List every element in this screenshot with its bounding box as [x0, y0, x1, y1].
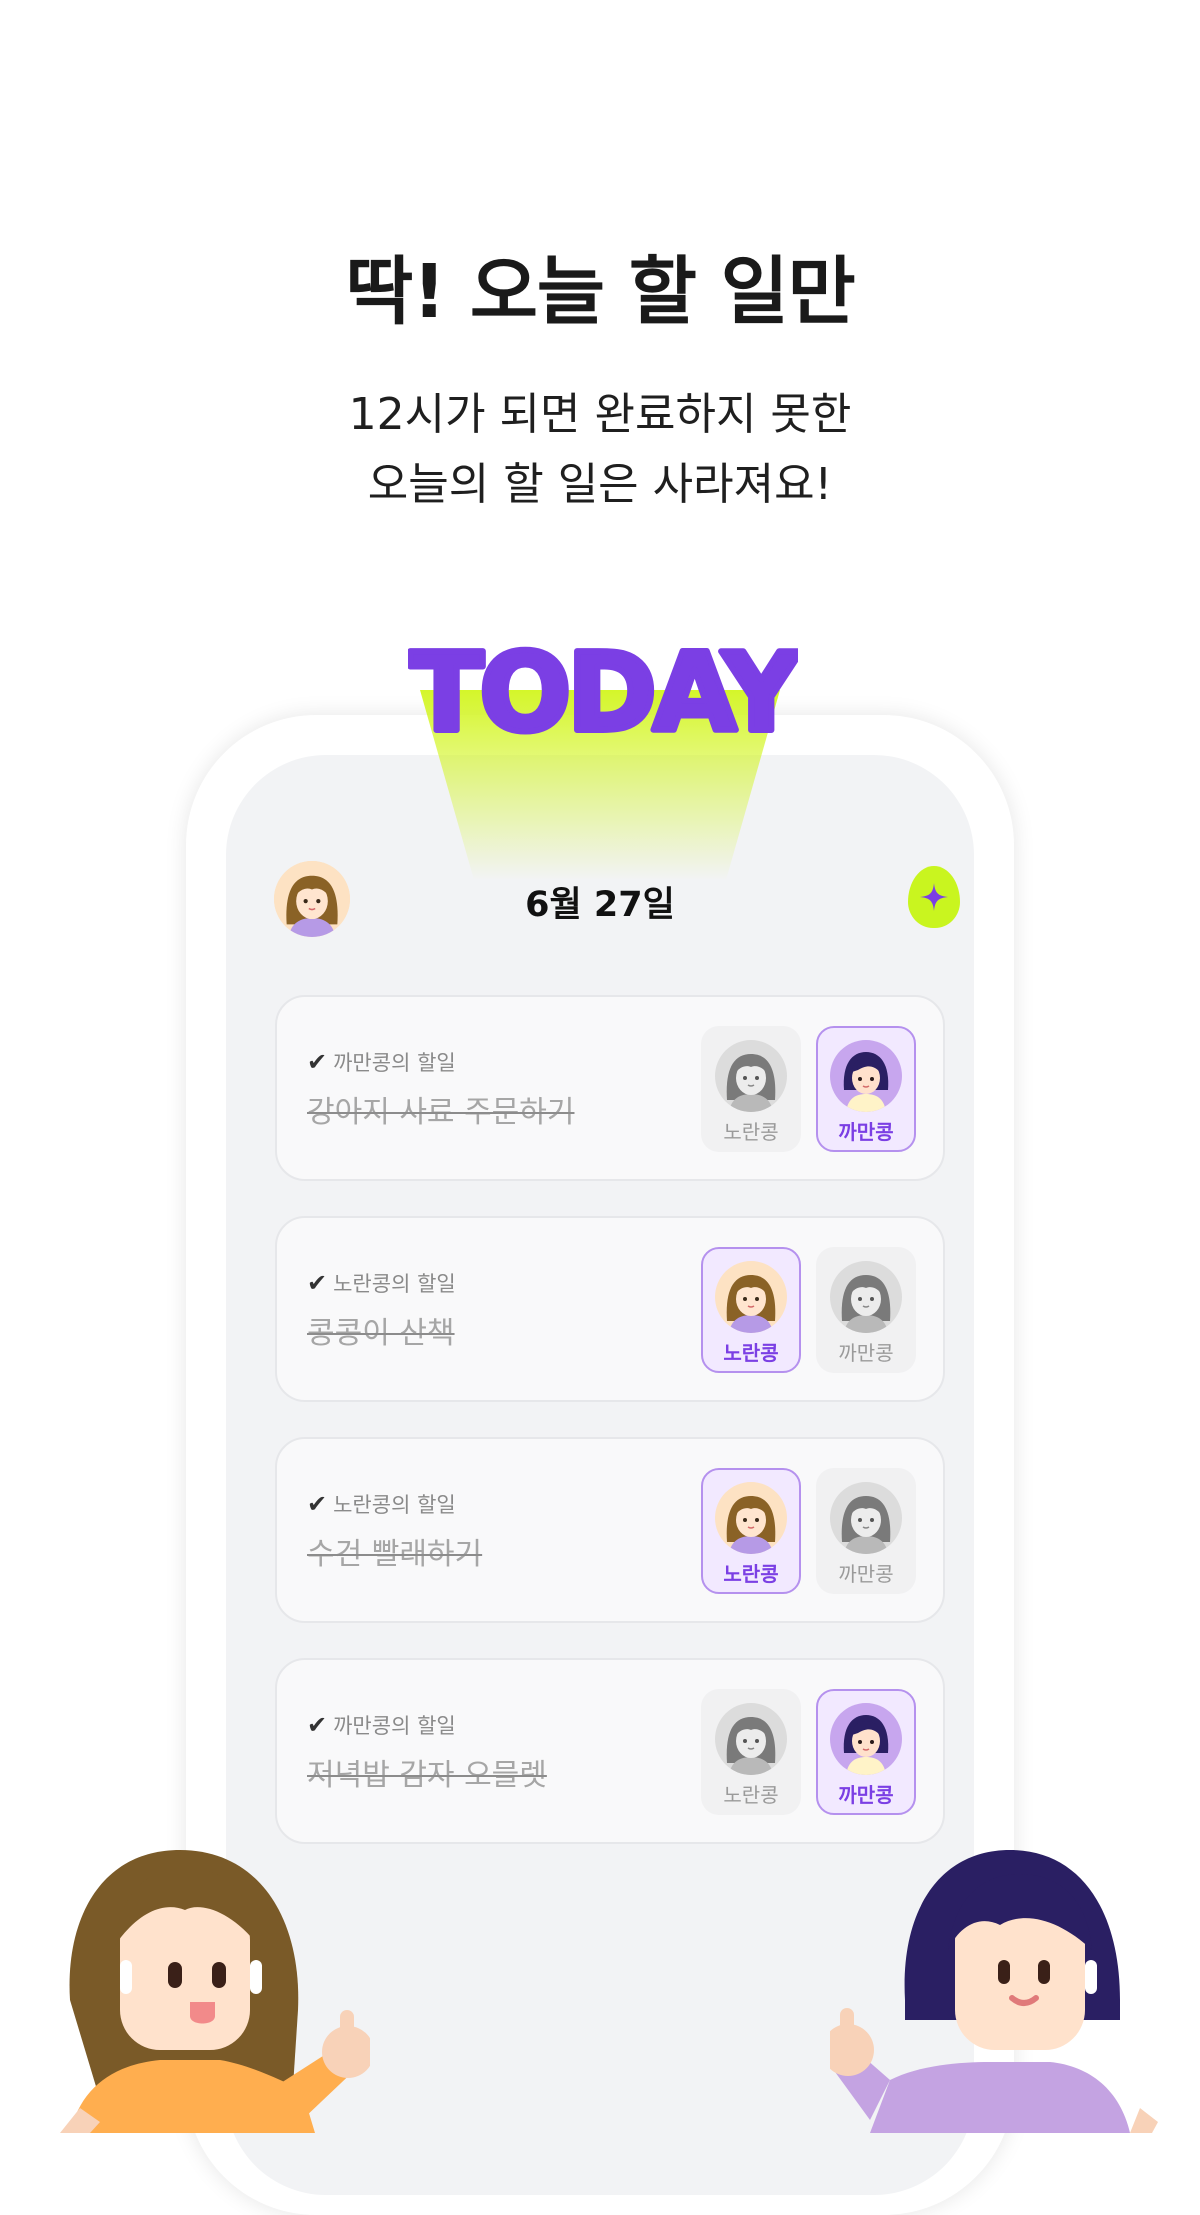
assignee-black[interactable]: 까만콩 [816, 1026, 916, 1152]
avatar [715, 1040, 787, 1112]
task-card[interactable]: ✔ 노란콩의 할일 콩콩이 산책 노란콩 까만콩 [275, 1216, 945, 1402]
task-card[interactable]: ✔ 노란콩의 할일 수건 빨래하기 노란콩 까만콩 [275, 1437, 945, 1623]
task-owner: ✔ 까만콩의 할일 [307, 1048, 456, 1076]
date-label: 6월 27일 [525, 885, 675, 925]
subline-1: 12시가 되면 완료하지 못한 [348, 389, 852, 440]
subline-2: 오늘의 할 일은 사라져요! [367, 459, 833, 510]
avatar [715, 1703, 787, 1775]
avatar [830, 1703, 902, 1775]
check-icon: ✔ [307, 1490, 328, 1518]
headline: 딱! 오늘 할 일만 [345, 249, 856, 335]
assignee-yellow[interactable]: 노란콩 [701, 1689, 801, 1815]
assignee-black[interactable]: 까만콩 [816, 1247, 916, 1373]
today-text: TODAY [410, 631, 798, 756]
avatar [830, 1261, 902, 1333]
check-icon: ✔ [307, 1269, 328, 1297]
assignee-black[interactable]: 까만콩 [816, 1689, 916, 1815]
sparkle-icon [920, 883, 948, 911]
assignee-yellow[interactable]: 노란콩 [701, 1468, 801, 1594]
check-icon: ✔ [307, 1048, 328, 1076]
assignee-black[interactable]: 까만콩 [816, 1468, 916, 1594]
task-title: 강아지 사료 주문하기 [307, 1095, 575, 1130]
avatar [830, 1040, 902, 1112]
today-banner: TODAY [408, 628, 798, 758]
avatar [830, 1482, 902, 1554]
yellow-bean-character [60, 1850, 370, 2133]
task-title: 저녁밥 감자 오믈렛 [307, 1758, 547, 1793]
sparkle-egg-button[interactable] [908, 866, 960, 928]
assignee-yellow[interactable]: 노란콩 [701, 1026, 801, 1152]
task-owner: ✔ 까만콩의 할일 [307, 1711, 456, 1739]
task-owner: ✔ 노란콩의 할일 [307, 1269, 456, 1297]
task-title: 콩콩이 산책 [307, 1316, 455, 1351]
task-owner: ✔ 노란콩의 할일 [307, 1490, 456, 1518]
assignee-yellow[interactable]: 노란콩 [701, 1247, 801, 1373]
task-card[interactable]: ✔ 까만콩의 할일 저녁밥 감자 오믈렛 노란콩 까만콩 [275, 1658, 945, 1844]
avatar [715, 1482, 787, 1554]
task-title: 수건 빨래하기 [307, 1537, 483, 1572]
check-icon: ✔ [307, 1711, 328, 1739]
task-card[interactable]: ✔ 까만콩의 할일 강아지 사료 주문하기 노란콩 까만콩 [275, 995, 945, 1181]
black-bean-character [830, 1850, 1158, 2133]
avatar [715, 1261, 787, 1333]
